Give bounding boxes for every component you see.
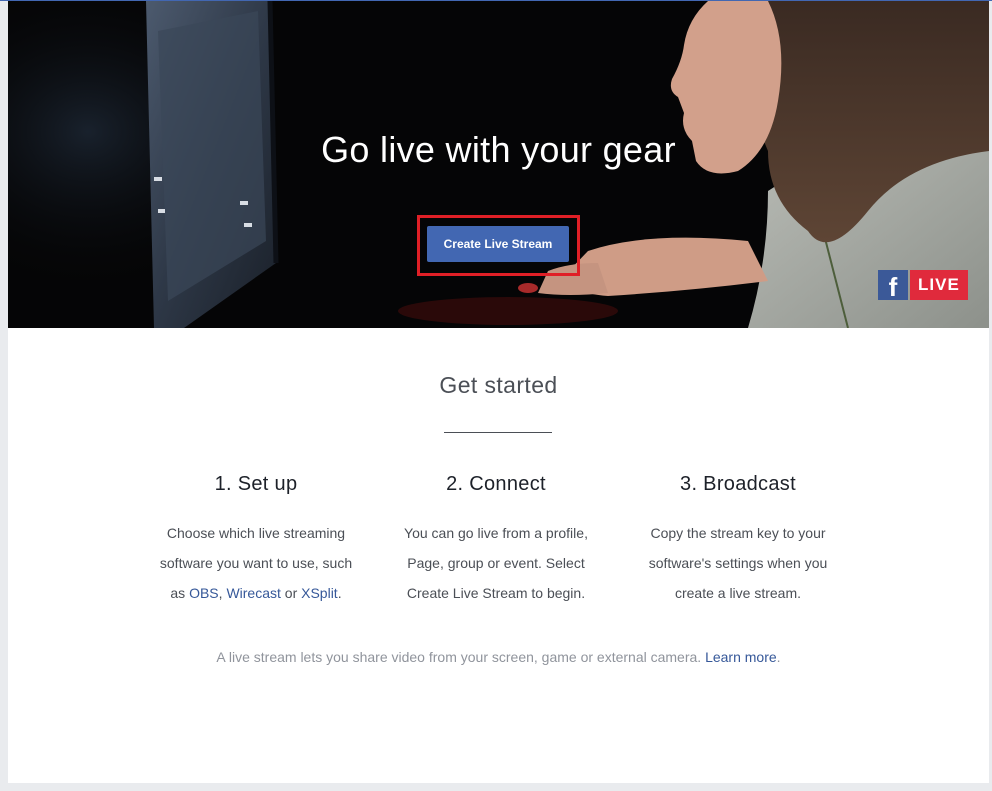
get-started-heading: Get started	[439, 372, 558, 398]
step-broadcast: 3. Broadcast Copy the stream key to your…	[633, 473, 843, 608]
heading-divider	[444, 432, 552, 433]
step-description: Choose which live streaming software you…	[151, 518, 361, 608]
step-line: Create Live Stream to begin.	[406, 585, 586, 601]
step-connect: 2. Connect You can go live from a profil…	[391, 473, 601, 608]
xsplit-link[interactable]: XSplit	[301, 585, 338, 601]
step-title: 2. Connect	[446, 473, 546, 495]
hero-banner: Go live with your gear Create Live Strea…	[8, 1, 989, 328]
step-title: 1. Set up	[214, 473, 298, 495]
step-description: You can go live from a profile, Page, gr…	[391, 518, 601, 608]
step-text: or	[280, 585, 302, 601]
wirecast-link[interactable]: Wirecast	[226, 585, 280, 601]
step-line: Choose which live streaming	[166, 525, 346, 541]
step-title: 3. Broadcast	[680, 473, 796, 495]
footnote: A live stream lets you share video from …	[8, 649, 989, 665]
footnote-end: .	[776, 649, 781, 665]
step-line: software you want to use, such	[159, 555, 353, 571]
step-line: create a live stream.	[674, 585, 802, 601]
step-description: Copy the stream key to your software's s…	[633, 518, 843, 608]
learn-more-link[interactable]: Learn more	[705, 649, 777, 665]
footnote-text: A live stream lets you share video from …	[216, 649, 706, 665]
create-live-stream-button[interactable]: Create Live Stream	[427, 226, 569, 262]
step-text: as	[170, 585, 190, 601]
step-line: as OBS, Wirecast or XSplit.	[151, 578, 361, 608]
step-line: You can go live from a profile,	[404, 525, 588, 541]
step-set-up: 1. Set up Choose which live streaming so…	[151, 473, 361, 608]
step-line: software's settings when you	[648, 555, 828, 571]
obs-link[interactable]: OBS	[189, 585, 219, 601]
live-label: LIVE	[910, 270, 968, 300]
step-line: Page, group or event. Select	[407, 555, 585, 571]
live-producer-card: Go live with your gear Create Live Strea…	[8, 1, 989, 783]
facebook-live-badge: f LIVE	[878, 270, 968, 300]
hero-title: Go live with your gear	[321, 129, 676, 170]
step-line: Copy the stream key to your	[650, 525, 826, 541]
facebook-icon: f	[878, 270, 908, 300]
step-text: .	[337, 585, 342, 601]
